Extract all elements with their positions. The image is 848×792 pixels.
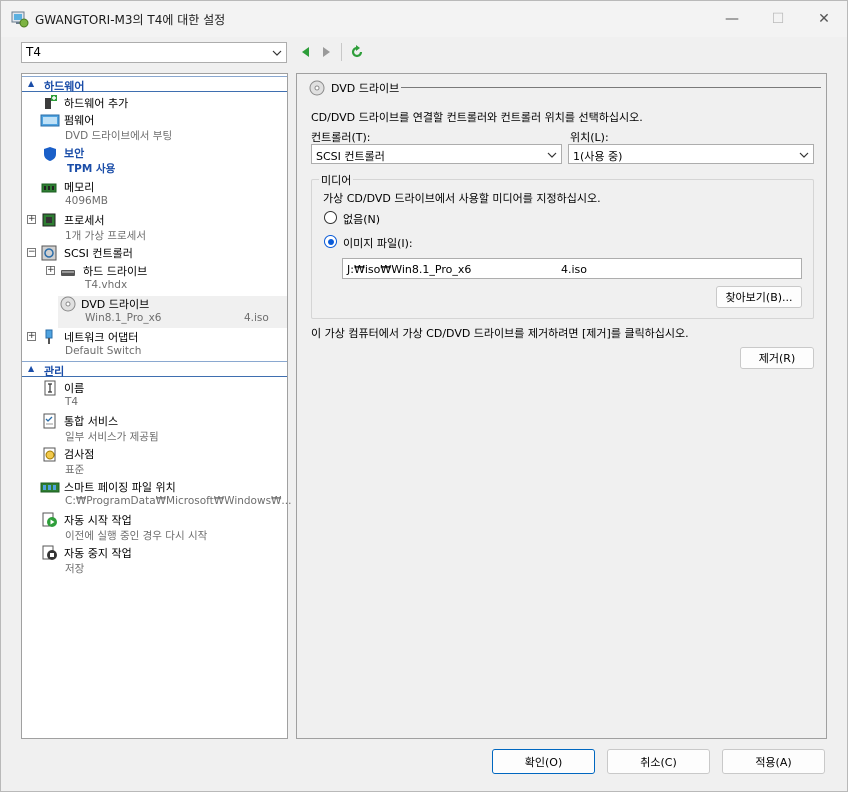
smart-paging-icon: [40, 482, 60, 493]
maximize-button[interactable]: ☐: [755, 1, 801, 37]
location-label: 위치(L):: [570, 131, 609, 144]
automatic-stop-icon: [42, 545, 57, 560]
hardware-section-header[interactable]: ▲ 하드웨어: [22, 76, 287, 93]
tree-item-scsi-controller[interactable]: − SCSI 컨트롤러: [22, 244, 287, 261]
tree-item-automatic-stop[interactable]: 자동 중지 작업 저장: [22, 544, 287, 577]
tree-item-dvd-drive[interactable]: DVD 드라이브 Win8.1_Pro_x6 4.iso: [22, 295, 287, 328]
back-arrow-icon[interactable]: [299, 45, 313, 59]
image-file-radio[interactable]: [324, 235, 337, 248]
settings-tree: ▲ 하드웨어 하드웨어 추가 펌웨어 DVD 드라이브에서 부팅 보안 TPM …: [21, 73, 291, 739]
tree-item-automatic-start[interactable]: 자동 시작 작업 이전에 실행 중인 경우 다시 시작: [22, 511, 287, 544]
automatic-start-icon: [42, 512, 57, 527]
image-file-radio-label[interactable]: 이미지 파일(I):: [343, 235, 413, 251]
image-path-end: 4.iso: [561, 263, 588, 276]
apply-button[interactable]: 적용(A): [722, 749, 825, 774]
network-adapter-icon: [45, 329, 53, 344]
processor-icon: [42, 213, 56, 227]
panel-description: CD/DVD 드라이브를 연결할 컨트롤러와 컨트롤러 위치를 선택하십시오.: [311, 111, 643, 124]
expand-icon[interactable]: +: [27, 215, 36, 224]
name-icon: [44, 380, 56, 396]
dvd-icon: [309, 80, 325, 96]
tree-item-smart-paging[interactable]: 스마트 페이징 파일 위치 C:₩ProgramData₩Microsoft₩W…: [22, 478, 291, 511]
none-radio-label[interactable]: 없음(N): [343, 211, 380, 227]
none-radio[interactable]: [324, 211, 337, 224]
management-section-header[interactable]: ▲ 관리: [22, 361, 287, 378]
forward-arrow-icon[interactable]: [319, 45, 333, 59]
scsi-controller-icon: [41, 245, 57, 261]
cancel-button[interactable]: 취소(C): [607, 749, 710, 774]
controller-select[interactable]: SCSI 컨트롤러: [311, 144, 562, 164]
vm-settings-icon: [11, 11, 29, 28]
tree-item-firmware[interactable]: 펌웨어 DVD 드라이브에서 부팅: [22, 111, 287, 144]
title-bar: GWANGTORI-M3의 T4에 대한 설정 — ☐ ✕: [1, 1, 847, 37]
tree-item-name[interactable]: 이름 T4: [22, 379, 287, 412]
dvd-icon: [60, 296, 76, 312]
firmware-icon: [40, 114, 60, 127]
title-divider: [401, 87, 821, 88]
tree-item-network-adapter[interactable]: + 네트워크 어댑터 Default Switch: [22, 328, 287, 361]
collapse-triangle-icon: ▲: [28, 79, 35, 88]
vm-select[interactable]: T4: [21, 42, 287, 63]
chevron-down-icon: [547, 152, 557, 158]
media-description: 가상 CD/DVD 드라이브에서 사용할 미디어를 지정하십시오.: [323, 192, 601, 205]
tree-item-integration-services[interactable]: 통합 서비스 일부 서비스가 제공됨: [22, 412, 287, 445]
image-path-input[interactable]: J:₩iso₩Win8.1_Pro_x6 4.iso: [342, 258, 802, 279]
dvd-drive-settings-panel: DVD 드라이브 CD/DVD 드라이브를 연결할 컨트롤러와 컨트롤러 위치를…: [296, 73, 827, 739]
collapse-icon[interactable]: −: [27, 248, 36, 257]
hard-drive-icon: [61, 270, 75, 276]
tree-item-hard-drive[interactable]: + 하드 드라이브 T4.vhdx: [22, 262, 287, 295]
close-button[interactable]: ✕: [801, 1, 847, 37]
image-path-start: J:₩iso₩Win8.1_Pro_x6: [347, 263, 472, 276]
expand-icon[interactable]: +: [27, 332, 36, 341]
vm-select-value: T4: [26, 45, 41, 59]
refresh-icon[interactable]: [350, 45, 364, 59]
shield-icon: [44, 147, 56, 161]
expand-icon[interactable]: +: [46, 266, 55, 275]
add-hardware-icon: [45, 95, 57, 109]
settings-window: GWANGTORI-M3의 T4에 대한 설정 — ☐ ✕ T4 ▲ 하드웨어 …: [0, 0, 848, 792]
ok-button[interactable]: 확인(O): [492, 749, 595, 774]
window-title: GWANGTORI-M3의 T4에 대한 설정: [35, 13, 226, 27]
collapse-triangle-icon: ▲: [28, 364, 35, 373]
memory-icon: [41, 183, 57, 193]
integration-services-icon: [43, 413, 56, 429]
media-group-label: 미디어: [319, 172, 354, 188]
panel-title: DVD 드라이브: [331, 82, 400, 95]
tree-item-checkpoints[interactable]: 검사점 표준: [22, 445, 287, 478]
remove-description: 이 가상 컴퓨터에서 가상 CD/DVD 드라이브를 제거하려면 [제거]를 클…: [311, 327, 689, 340]
remove-button[interactable]: 제거(R): [740, 347, 814, 369]
browse-button[interactable]: 찾아보기(B)...: [716, 286, 802, 308]
chevron-down-icon: [272, 50, 282, 56]
minimize-button[interactable]: —: [709, 1, 755, 37]
tree-item-memory[interactable]: 메모리 4096MB: [22, 178, 287, 211]
tree-item-security[interactable]: 보안 TPM 사용: [22, 144, 287, 177]
chevron-down-icon: [799, 152, 809, 158]
tree-item-processor[interactable]: + 프로세서 1개 가상 프로세서: [22, 211, 287, 244]
toolbar-separator: [341, 43, 342, 61]
controller-label: 컨트롤러(T):: [311, 131, 371, 144]
location-select[interactable]: 1(사용 중): [568, 144, 814, 164]
checkpoint-icon: [43, 447, 56, 462]
